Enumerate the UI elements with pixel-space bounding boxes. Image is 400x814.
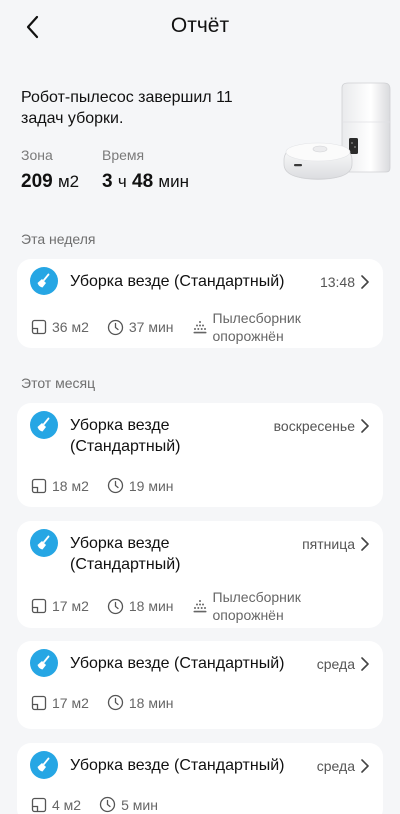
record-time: 13:48: [319, 274, 355, 290]
broom-icon: [30, 649, 58, 677]
record-area-value: 4 м2: [52, 796, 82, 813]
record-area-value: 36 м2: [52, 319, 89, 335]
record-duration-value: 19 мин: [128, 477, 174, 494]
cleaning-record-card[interactable]: Уборка везде (Стандартный) 13:48 36 м2 3…: [17, 259, 383, 348]
cleaning-record-card[interactable]: Уборка везде (Стандартный) среда 4 м2 5 …: [17, 743, 383, 814]
time-stat: Время 3 ч 48 мин: [102, 146, 189, 193]
record-title: Уборка везде (Стандартный): [70, 417, 181, 455]
record-duration: 19 мин: [107, 477, 174, 494]
clock-icon: [107, 477, 124, 494]
chevron-right-icon: [361, 419, 369, 433]
area-stat: Зона 209 м2: [21, 146, 79, 193]
record-area: 17 м2: [31, 598, 89, 614]
record-dust: Пылесборник опорожнён: [192, 309, 323, 345]
cleaning-record-card[interactable]: Уборка везде (Стандартный) пятница 17 м2…: [17, 521, 383, 628]
record-duration: 18 мин: [107, 694, 174, 711]
area-icon: [31, 598, 47, 614]
time-minutes-unit: мин: [158, 172, 189, 191]
clock-icon: [99, 796, 116, 813]
broom-icon: [30, 267, 58, 295]
record-duration-value: 18 мин: [128, 598, 174, 614]
record-area-value: 18 м2: [52, 477, 89, 494]
record-area: 17 м2: [31, 695, 89, 711]
summary-text: Робот-пылесос завершил 11 задач уборки.: [21, 89, 233, 127]
area-icon: [31, 478, 47, 493]
record-duration-value: 5 мин: [121, 796, 158, 813]
section-this-week: Эта неделя: [21, 231, 96, 247]
area-value: 209 м2: [21, 171, 79, 193]
clock-icon: [107, 694, 124, 711]
time-value: 3 ч 48 мин: [102, 171, 189, 193]
record-duration: 18 мин: [107, 598, 174, 615]
robot-vacuum-image: [283, 82, 391, 180]
section-this-month: Этот месяц: [21, 375, 96, 391]
clock-icon: [107, 598, 124, 614]
record-duration-value: 37 мин: [128, 319, 174, 335]
record-title: Уборка везде (Стандартный): [70, 757, 285, 774]
time-minutes: 48: [132, 171, 154, 192]
page-title: Отчёт: [170, 14, 230, 37]
record-time: воскресенье: [273, 418, 355, 434]
record-meta: 17 м2 18 мин Пылесборник опорожнён: [31, 588, 341, 624]
record-title: Уборка везде (Стандартный): [70, 273, 285, 290]
chevron-right-icon: [361, 537, 369, 551]
area-label: Зона: [21, 147, 53, 163]
record-meta: 36 м2 37 мин Пылесборник опорожнён: [31, 309, 341, 345]
broom-icon: [30, 411, 58, 439]
record-time: среда: [316, 656, 355, 672]
dust-icon: [193, 600, 207, 613]
record-area: 4 м2: [31, 797, 81, 813]
area-icon: [31, 797, 47, 812]
cleaning-record-card[interactable]: Уборка везде (Стандартный) воскресенье 1…: [17, 403, 383, 507]
record-duration: 37 мин: [107, 319, 174, 336]
record-dust-label: Пылесборник опорожнён: [212, 310, 301, 344]
record-area: 18 м2: [31, 478, 89, 494]
broom-icon: [30, 751, 58, 779]
chevron-right-icon: [361, 275, 369, 289]
area-icon: [31, 695, 47, 710]
clock-icon: [107, 319, 124, 335]
record-time: среда: [316, 758, 355, 774]
record-meta: 17 м2 18 мин: [31, 694, 192, 711]
record-meta: 18 м2 19 мин: [31, 477, 192, 494]
record-area-value: 17 м2: [52, 598, 89, 614]
record-dust-label: Пылесборник опорожнён: [212, 589, 301, 623]
record-area: 36 м2: [31, 319, 89, 335]
record-meta: 4 м2 5 мин: [31, 796, 176, 813]
record-area-value: 17 м2: [52, 694, 89, 711]
cleaning-record-card[interactable]: Уборка везде (Стандартный) среда 17 м2 1…: [17, 641, 383, 729]
record-duration-value: 18 мин: [128, 694, 174, 711]
time-hours-unit: ч: [117, 172, 127, 191]
record-duration: 5 мин: [99, 796, 158, 813]
time-hours: 3: [102, 171, 113, 192]
dust-icon: [193, 321, 207, 334]
area-number: 209: [21, 171, 53, 192]
chevron-right-icon: [361, 759, 369, 773]
area-unit: м2: [57, 172, 80, 191]
record-time: пятница: [302, 536, 355, 552]
app-header: Отчёт: [0, 0, 400, 56]
chevron-right-icon: [361, 657, 369, 671]
time-label: Время: [102, 147, 145, 163]
record-title: Уборка везде (Стандартный): [70, 655, 285, 672]
record-title: Уборка везде (Стандартный): [70, 535, 181, 573]
area-icon: [31, 319, 47, 335]
record-dust: Пылесборник опорожнён: [192, 588, 323, 624]
broom-icon: [30, 529, 58, 557]
